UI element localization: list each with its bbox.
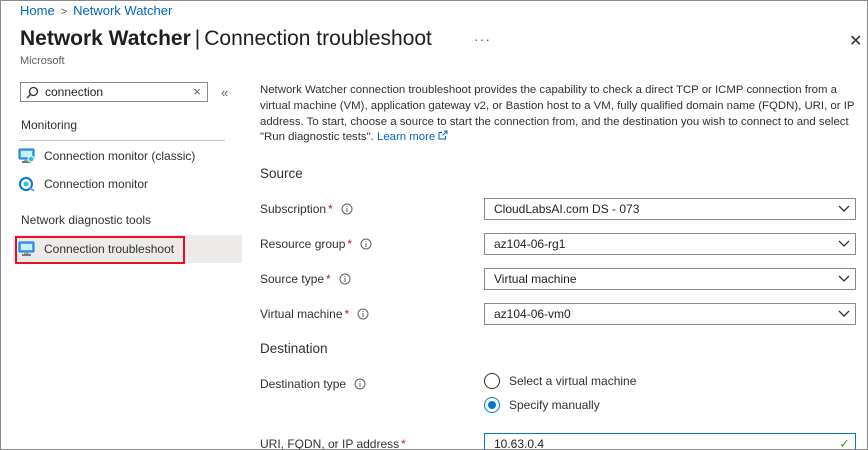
info-icon[interactable] (339, 273, 351, 285)
address-input-value: 10.63.0.4 (494, 437, 545, 450)
connection-monitor-icon (19, 177, 35, 192)
sidebar-section-monitoring: Monitoring (21, 118, 78, 132)
page-subtitle: Microsoft (20, 55, 65, 67)
resource-group-label: Resource group * (260, 237, 372, 251)
description-text: Network Watcher connection troubleshoot … (260, 83, 860, 146)
page-title: Network Watcher | Connection troubleshoot (20, 27, 432, 51)
destination-type-label: Destination type (260, 377, 366, 391)
sidebar-item-label: Connection monitor (classic) (44, 149, 196, 163)
learn-more-label: Learn more (377, 131, 436, 144)
description-body: Network Watcher connection troubleshoot … (260, 84, 855, 144)
sidebar-divider (20, 140, 225, 141)
page-title-blade: Connection troubleshoot (204, 27, 432, 50)
info-icon[interactable] (357, 308, 369, 320)
info-icon[interactable] (360, 238, 372, 250)
source-type-label-text: Source type (260, 272, 325, 286)
checkmark-icon: ✓ (839, 436, 850, 450)
required-asterisk: * (347, 237, 353, 251)
chevron-down-icon (838, 240, 850, 247)
source-type-dropdown-value: Virtual machine (494, 272, 577, 286)
virtual-machine-dropdown[interactable]: az104-06-vm0 (484, 303, 856, 325)
search-input[interactable]: connection × (20, 82, 208, 102)
subscription-dropdown[interactable]: CloudLabsAI.com DS - 073 (484, 198, 856, 220)
chevron-down-icon (838, 205, 850, 212)
radio-button[interactable] (484, 373, 500, 389)
subscription-dropdown-value: CloudLabsAI.com DS - 073 (494, 202, 640, 216)
resource-group-label-text: Resource group (260, 237, 346, 251)
search-input-value: connection (45, 85, 104, 99)
connection-monitor-classic-icon (18, 148, 35, 163)
required-asterisk: * (328, 202, 333, 216)
sidebar-item-label: Connection monitor (44, 177, 149, 191)
breadcrumb: Home > Network Watcher (20, 3, 172, 18)
required-asterisk: * (326, 272, 331, 286)
clear-search-icon[interactable]: × (193, 84, 201, 99)
virtual-machine-label-text: Virtual machine (260, 307, 343, 321)
close-icon[interactable]: ✕ (849, 31, 862, 51)
virtual-machine-label: Virtual machine * (260, 307, 369, 321)
search-icon (26, 86, 39, 99)
page-title-service: Network Watcher (20, 27, 191, 50)
source-type-label: Source type * (260, 272, 351, 286)
required-asterisk: * (344, 307, 350, 321)
info-icon[interactable] (354, 378, 366, 390)
collapse-sidebar-icon[interactable]: « (221, 85, 228, 100)
highlight-annotation-box (15, 236, 185, 264)
radio-label: Select a virtual machine (509, 374, 637, 388)
subscription-label: Subscription * (260, 202, 353, 216)
breadcrumb-home-link[interactable]: Home (20, 3, 55, 18)
radio-button-checked[interactable] (484, 397, 500, 413)
portal-window: Home > Network Watcher Network Watcher | Con… (0, 0, 868, 450)
info-icon[interactable] (341, 203, 353, 215)
subscription-label-text: Subscription (260, 202, 327, 216)
breadcrumb-network-watcher-link[interactable]: Network Watcher (73, 3, 172, 18)
sidebar-section-network-diagnostic-tools: Network diagnostic tools (21, 213, 152, 227)
more-options-button[interactable]: ··· (474, 31, 491, 47)
breadcrumb-chevron-icon: > (60, 6, 68, 18)
source-type-dropdown[interactable]: Virtual machine (484, 268, 856, 290)
address-input[interactable]: 10.63.0.4 ✓ (484, 433, 856, 450)
destination-type-label-text: Destination type (260, 377, 347, 391)
radio-label: Specify manually (509, 398, 600, 412)
required-asterisk: * (401, 437, 406, 450)
external-link-icon (438, 130, 448, 140)
learn-more-link[interactable]: Learn more (377, 130, 448, 144)
virtual-machine-dropdown-value: az104-06-vm0 (494, 307, 571, 321)
destination-heading: Destination (260, 341, 328, 356)
resource-group-dropdown[interactable]: az104-06-rg1 (484, 233, 856, 255)
resource-group-dropdown-value: az104-06-rg1 (494, 237, 566, 251)
address-label: URI, FQDN, or IP address * (260, 437, 406, 450)
chevron-down-icon (838, 310, 850, 317)
page-title-separator: | (194, 27, 201, 50)
address-label-text: URI, FQDN, or IP address (260, 437, 400, 450)
chevron-down-icon (838, 275, 850, 282)
source-heading: Source (260, 166, 303, 181)
